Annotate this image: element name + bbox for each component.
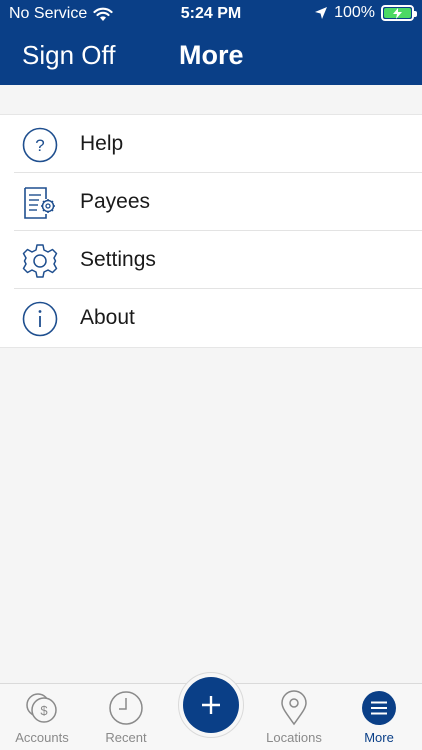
sign-off-button[interactable]: Sign Off — [22, 40, 115, 71]
svg-text:$: $ — [40, 703, 48, 718]
location-arrow-icon — [315, 7, 328, 19]
tab-label: More — [364, 730, 394, 745]
menu-item-payees[interactable]: Payees — [0, 173, 422, 231]
tab-label: Locations — [266, 730, 322, 745]
menu-item-help[interactable]: ? Help — [0, 115, 422, 173]
info-circle-icon — [21, 300, 59, 338]
add-button[interactable] — [183, 677, 239, 733]
tab-label: Accounts — [15, 730, 69, 745]
page-title: More — [179, 40, 244, 70]
tab-accounts[interactable]: $ Accounts — [2, 690, 82, 745]
menu-item-label: Settings — [80, 248, 156, 271]
accounts-coins-icon: $ — [26, 693, 57, 723]
status-right-group: 100% — [314, 4, 417, 22]
more-menu-list: ? Help Payees Settings About — [0, 114, 422, 348]
battery-icon — [381, 5, 417, 21]
location-pin-icon — [281, 690, 307, 726]
help-circle-icon: ? — [21, 126, 59, 164]
header: No Service 5:24 PM 100% Sign Off More — [0, 0, 422, 85]
tab-label: Recent — [105, 730, 147, 745]
nav-bar: Sign Off More — [0, 28, 422, 85]
payees-document-gear-icon — [21, 184, 59, 222]
tab-locations[interactable]: Locations — [254, 690, 334, 745]
tab-more[interactable]: More — [339, 690, 419, 745]
menu-item-label: Help — [80, 132, 124, 155]
menu-item-about[interactable]: About — [0, 289, 422, 347]
screen: No Service 5:24 PM 100% Sign Off More ? … — [0, 0, 422, 750]
menu-item-settings[interactable]: Settings — [0, 231, 422, 289]
menu-lines-icon — [362, 691, 396, 725]
gear-icon — [21, 242, 59, 280]
tab-recent[interactable]: Recent — [86, 690, 166, 745]
svg-text:?: ? — [35, 136, 44, 155]
tab-bar: $ Accounts Recent Locations More — [0, 672, 422, 750]
battery-percent: 100% — [334, 4, 375, 21]
menu-item-label: Payees — [80, 190, 151, 213]
charging-bolt-icon — [393, 7, 402, 19]
plus-icon — [202, 696, 220, 714]
clock-icon — [109, 691, 143, 725]
menu-item-label: About — [80, 306, 135, 329]
status-bar: No Service 5:24 PM 100% — [0, 0, 422, 28]
battery-fill — [384, 7, 411, 19]
